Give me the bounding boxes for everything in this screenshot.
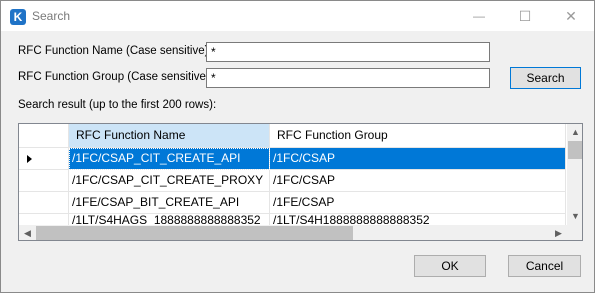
table-row[interactable]: /1FE/CSAP_BIT_CREATE_API /1FE/CSAP <box>19 192 567 214</box>
search-dialog: K Search — ☐ ✕ RFC Function Name (Case s… <box>0 0 595 293</box>
current-row-arrow-icon <box>27 155 32 163</box>
vertical-scrollbar[interactable]: ▲ ▼ <box>567 124 582 225</box>
function-name-cell[interactable]: /1FC/CSAP_CIT_CREATE_PROXY <box>69 170 270 192</box>
maximize-button[interactable]: ☐ <box>502 1 548 31</box>
scroll-left-icon[interactable]: ◀ <box>19 225 36 240</box>
horizontal-scrollbar[interactable]: ◀ ▶ <box>19 225 567 240</box>
cancel-button[interactable]: Cancel <box>508 255 581 277</box>
grid-header: RFC Function Name RFC Function Group <box>19 124 566 148</box>
row-header[interactable] <box>19 192 69 214</box>
function-group-cell[interactable]: /1FC/CSAP <box>270 170 566 192</box>
function-name-input[interactable]: * <box>206 42 490 62</box>
table-row[interactable]: /1FC/CSAP_CIT_CREATE_API /1FC/CSAP <box>19 148 567 170</box>
close-icon: ✕ <box>565 7 577 24</box>
app-logo-icon: K <box>10 9 26 25</box>
grid-corner <box>19 124 69 148</box>
vertical-scroll-thumb[interactable] <box>568 141 582 159</box>
close-button[interactable]: ✕ <box>548 1 594 31</box>
function-group-cell[interactable]: /1FC/CSAP <box>270 148 566 170</box>
function-group-label: RFC Function Group (Case sensitive): <box>18 71 213 83</box>
ok-button[interactable]: OK <box>414 255 486 277</box>
row-header[interactable] <box>19 148 69 170</box>
function-name-label: RFC Function Name (Case sensitive): <box>18 45 212 57</box>
scroll-up-icon[interactable]: ▲ <box>567 124 582 141</box>
minimize-button[interactable]: — <box>456 1 502 31</box>
function-group-input[interactable]: * <box>206 68 490 88</box>
grid-rows: /1FC/CSAP_CIT_CREATE_API /1FC/CSAP /1FC/… <box>19 148 567 226</box>
results-grid: RFC Function Name RFC Function Group /1F… <box>18 123 583 241</box>
column-header-function-name[interactable]: RFC Function Name <box>69 124 270 148</box>
title-bar: K Search — ☐ ✕ <box>1 1 594 31</box>
window-title: Search <box>32 9 71 23</box>
maximize-icon: ☐ <box>518 7 532 24</box>
search-button[interactable]: Search <box>510 67 581 89</box>
horizontal-scroll-thumb[interactable] <box>36 226 353 240</box>
row-header[interactable] <box>19 170 69 192</box>
scrollbar-corner <box>567 225 582 240</box>
function-group-cell[interactable]: /1FE/CSAP <box>270 192 566 214</box>
function-name-cell[interactable]: /1FE/CSAP_BIT_CREATE_API <box>69 192 270 214</box>
scroll-down-icon[interactable]: ▼ <box>567 208 582 225</box>
scroll-right-icon[interactable]: ▶ <box>550 225 567 240</box>
minimize-icon: — <box>473 9 485 23</box>
table-row[interactable]: /1FC/CSAP_CIT_CREATE_PROXY /1FC/CSAP <box>19 170 567 192</box>
column-header-function-group[interactable]: RFC Function Group <box>270 124 566 148</box>
search-result-label: Search result (up to the first 200 rows)… <box>18 99 217 111</box>
function-name-cell[interactable]: /1FC/CSAP_CIT_CREATE_API <box>69 148 270 170</box>
